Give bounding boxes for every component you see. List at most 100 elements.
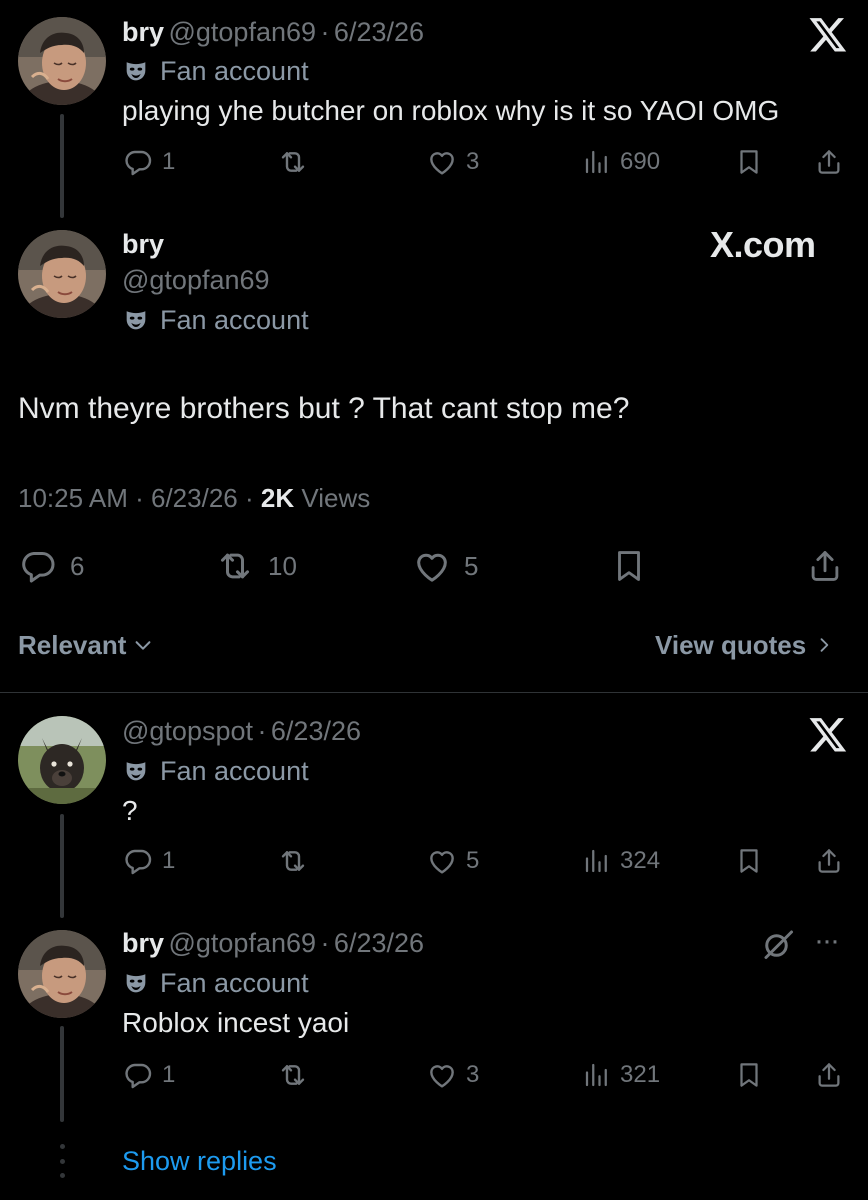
mask-icon — [122, 969, 150, 997]
profile-photo-icon — [18, 930, 106, 1018]
avatar[interactable] — [18, 930, 106, 1018]
username[interactable]: @gtopspot — [122, 716, 253, 746]
views-button[interactable]: 321 — [582, 1059, 660, 1091]
display-name[interactable]: bry — [122, 928, 164, 958]
post-date[interactable]: 6/23/26 — [151, 483, 238, 513]
post-thread-page: bry @gtopfan69 · 6/23/26 Fan account pla… — [0, 0, 868, 1200]
views-button[interactable]: 690 — [582, 146, 660, 178]
like-button[interactable]: 3 — [426, 1059, 479, 1091]
reply-button[interactable]: 1 — [122, 146, 175, 178]
tweet-text: playing yhe butcher on roblox why is it … — [122, 95, 780, 126]
separator-dot: · — [320, 928, 330, 958]
sort-label: Relevant — [18, 630, 127, 660]
thread-dots-icon — [56, 1144, 68, 1178]
views-label: Views — [301, 483, 371, 513]
profile-photo-icon — [18, 230, 106, 318]
views-count[interactable]: 2K — [261, 483, 294, 513]
reply-count: 6 — [70, 550, 85, 581]
bookmark-button[interactable] — [610, 546, 648, 586]
bookmark-icon — [610, 546, 648, 586]
more-options-icon[interactable]: ··· — [814, 926, 840, 956]
avatar[interactable] — [18, 230, 106, 318]
reply-button[interactable]: 1 — [122, 1059, 175, 1091]
tweet-header: @gtopspot · 6/23/26 — [122, 715, 361, 752]
views-button[interactable]: 324 — [582, 845, 660, 877]
separator-dot: · — [135, 483, 144, 513]
view-quotes-link[interactable]: View quotes — [655, 628, 834, 662]
heart-icon — [412, 546, 452, 586]
heart-icon — [426, 1059, 458, 1091]
reply-icon — [18, 546, 58, 586]
avatar[interactable] — [18, 716, 106, 804]
username[interactable]: @gtopfan69 — [168, 17, 316, 47]
chevron-right-icon — [820, 638, 829, 652]
fan-account-badge: Fan account — [122, 55, 309, 87]
username[interactable]: @gtopfan69 — [122, 264, 270, 296]
bookmark-icon — [734, 1059, 764, 1091]
like-button[interactable]: 3 — [426, 146, 479, 178]
divider — [0, 692, 868, 693]
like-count: 5 — [464, 550, 479, 581]
x-com-watermark: X.com — [710, 224, 816, 265]
like-button[interactable]: 5 — [412, 546, 478, 586]
post-date[interactable]: 6/23/26 — [334, 928, 424, 958]
profile-photo-icon — [18, 716, 106, 804]
bookmark-button[interactable] — [734, 845, 764, 877]
thread-connector-line — [60, 1026, 64, 1122]
main-tweet-text: Nvm theyre brothers but ? That cant stop… — [18, 392, 630, 425]
reply-count: 1 — [162, 847, 176, 874]
share-button[interactable] — [806, 546, 844, 586]
mask-icon — [122, 306, 150, 334]
badge-label: Fan account — [160, 55, 309, 86]
bar-chart-icon — [582, 845, 612, 877]
separator-dot: · — [320, 17, 330, 47]
avatar[interactable] — [18, 17, 106, 105]
post-time[interactable]: 10:25 AM — [18, 483, 128, 513]
post-date[interactable]: 6/23/26 — [334, 17, 424, 47]
show-replies-link[interactable]: Show replies — [122, 1144, 277, 1178]
badge-label: Fan account — [160, 967, 309, 998]
separator-dot: · — [244, 483, 254, 513]
bar-chart-icon — [582, 146, 612, 178]
view-count: 324 — [620, 847, 661, 874]
profile-photo-icon — [18, 17, 106, 105]
reply-icon — [122, 146, 154, 178]
bookmark-button[interactable] — [734, 1059, 764, 1091]
share-button[interactable] — [814, 146, 844, 178]
share-button[interactable] — [814, 845, 844, 877]
grok-icon[interactable] — [760, 926, 796, 962]
badge-label: Fan account — [160, 755, 309, 786]
reply-count: 1 — [162, 148, 176, 175]
like-count: 5 — [466, 847, 480, 874]
repost-icon — [214, 546, 256, 586]
reply-button[interactable]: 1 — [122, 845, 175, 877]
post-date[interactable]: 6/23/26 — [271, 716, 361, 746]
separator-dot: · — [257, 716, 267, 746]
repost-icon — [276, 1059, 310, 1091]
mask-icon — [122, 757, 150, 785]
view-count: 321 — [620, 1061, 661, 1088]
bookmark-button[interactable] — [734, 146, 764, 178]
share-button[interactable] — [814, 1059, 844, 1091]
heart-icon — [426, 845, 458, 877]
display-name[interactable]: bry — [122, 17, 164, 47]
display-name[interactable]: bry — [122, 228, 164, 260]
sort-dropdown[interactable]: Relevant — [18, 628, 154, 662]
chevron-down-icon — [135, 641, 151, 650]
x-logo-icon — [808, 14, 848, 54]
repost-button[interactable] — [276, 845, 310, 877]
like-count: 3 — [466, 1061, 480, 1088]
repost-button[interactable] — [276, 1059, 310, 1091]
bar-chart-icon — [582, 1059, 612, 1091]
like-button[interactable]: 5 — [426, 845, 479, 877]
repost-button[interactable] — [276, 146, 310, 178]
username[interactable]: @gtopfan69 — [168, 928, 316, 958]
reply-count: 1 — [162, 1061, 176, 1088]
heart-icon — [426, 146, 458, 178]
reply-button[interactable]: 6 — [18, 546, 84, 586]
badge-label: Fan account — [160, 304, 309, 335]
fan-account-badge: Fan account — [122, 967, 309, 999]
thread-connector-line — [60, 114, 64, 218]
repost-button[interactable]: 10 — [214, 546, 297, 586]
share-icon — [814, 146, 844, 178]
